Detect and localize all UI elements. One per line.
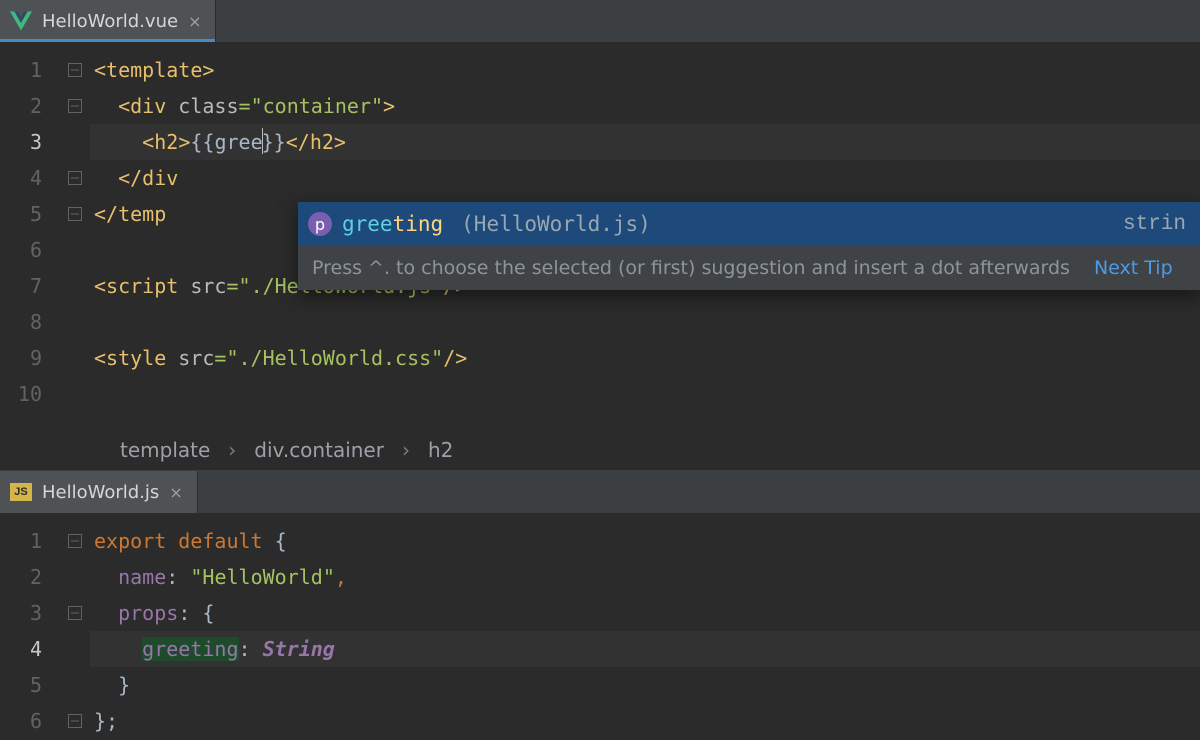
chevron-right-icon: ›: [402, 438, 410, 462]
tab-helloworld-vue[interactable]: HelloWorld.vue ×: [0, 0, 216, 42]
editor-top[interactable]: 1 2 3 4 5 6 7 8 9 10 <template> <div cla…: [0, 42, 1200, 430]
fold-icon[interactable]: [68, 534, 82, 548]
autocomplete-item-selected[interactable]: p greeting (HelloWorld.js) strin: [298, 202, 1200, 246]
gutter-bottom: 1 2 3 4 5 6: [0, 513, 60, 740]
property-badge-icon: p: [308, 212, 332, 236]
gutter-top: 1 2 3 4 5 6 7 8 9 10: [0, 42, 60, 430]
code-line-current[interactable]: greeting: String: [90, 631, 1200, 667]
tab-label: HelloWorld.vue: [42, 11, 178, 32]
fold-icon[interactable]: [68, 207, 82, 221]
code-line[interactable]: <template>: [90, 52, 1200, 88]
code-line[interactable]: props: {: [90, 595, 1200, 631]
fold-icon[interactable]: [68, 99, 82, 113]
code-line[interactable]: [90, 304, 1200, 340]
close-icon[interactable]: ×: [169, 483, 182, 502]
code-line-current[interactable]: <h2>{{gree}}</h2>: [90, 124, 1200, 160]
code-line[interactable]: export default {: [90, 523, 1200, 559]
suggestion-type: strin: [1123, 213, 1186, 236]
tab-bar-bottom: JS HelloWorld.js ×: [0, 471, 1200, 513]
code-area-top[interactable]: <template> <div class="container"> <h2>{…: [90, 42, 1200, 430]
code-line[interactable]: name: "HelloWorld",: [90, 559, 1200, 595]
js-icon: JS: [10, 483, 32, 501]
code-line[interactable]: };: [90, 703, 1200, 739]
autocomplete-hint: Press ^. to choose the selected (or firs…: [298, 246, 1200, 290]
suggestion-name: greeting: [342, 212, 443, 236]
vue-icon: [10, 11, 32, 31]
breadcrumb-item[interactable]: template: [120, 438, 210, 462]
code-area-bottom[interactable]: export default { name: "HelloWorld", pro…: [90, 513, 1200, 740]
bottom-editor-pane: JS HelloWorld.js × 1 2 3 4 5 6 export de…: [0, 471, 1200, 740]
code-line[interactable]: <div class="container">: [90, 88, 1200, 124]
tab-helloworld-js[interactable]: JS HelloWorld.js ×: [0, 471, 198, 513]
suggestion-location: (HelloWorld.js): [461, 212, 651, 236]
editor-bottom[interactable]: 1 2 3 4 5 6 export default { name: "Hell…: [0, 513, 1200, 740]
fold-icon[interactable]: [68, 606, 82, 620]
hint-text: Press ^. to choose the selected (or firs…: [312, 257, 1070, 279]
chevron-right-icon: ›: [228, 438, 236, 462]
next-tip-link[interactable]: Next Tip: [1094, 257, 1173, 279]
code-line[interactable]: </div: [90, 160, 1200, 196]
code-line[interactable]: [90, 376, 1200, 412]
tab-bar-top: HelloWorld.vue ×: [0, 0, 1200, 42]
breadcrumb: template › div.container › h2: [0, 430, 1200, 471]
code-line[interactable]: <style src="./HelloWorld.css"/>: [90, 340, 1200, 376]
fold-icon[interactable]: [68, 171, 82, 185]
code-line[interactable]: }: [90, 667, 1200, 703]
fold-column-top: [60, 42, 90, 430]
autocomplete-popup: p greeting (HelloWorld.js) strin Press ^…: [298, 202, 1200, 290]
fold-icon[interactable]: [68, 714, 82, 728]
fold-column-bottom: [60, 513, 90, 740]
tab-label: HelloWorld.js: [42, 482, 159, 503]
breadcrumb-item[interactable]: div.container: [254, 438, 384, 462]
fold-icon[interactable]: [68, 63, 82, 77]
breadcrumb-item[interactable]: h2: [428, 438, 453, 462]
top-editor-pane: HelloWorld.vue × 1 2 3 4 5 6 7 8 9 10: [0, 0, 1200, 471]
close-icon[interactable]: ×: [188, 12, 201, 31]
